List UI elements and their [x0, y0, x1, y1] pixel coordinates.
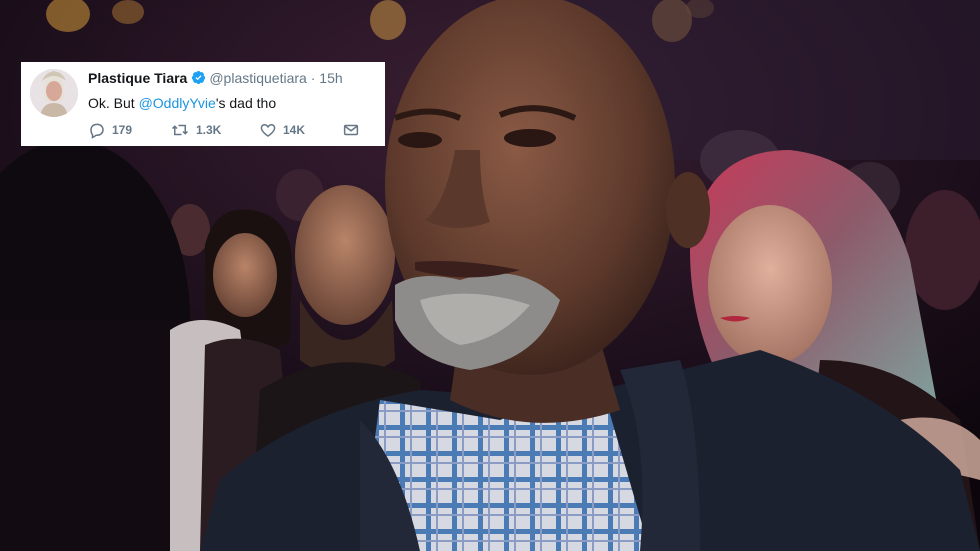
- tweet-actions: 179 1.3K 14K: [88, 121, 378, 139]
- avatar-photo: [30, 69, 78, 117]
- tweet-card[interactable]: Plastique Tiara @plastiquetiara · 15h Ok.…: [21, 62, 385, 146]
- direct-message-button[interactable]: [342, 121, 360, 139]
- avatar[interactable]: [30, 69, 78, 117]
- tweet-time[interactable]: 15h: [319, 70, 342, 86]
- author-name[interactable]: Plastique Tiara: [88, 70, 187, 86]
- like-count: 14K: [283, 123, 306, 137]
- separator-dot: ·: [310, 70, 316, 86]
- like-icon: [260, 123, 276, 137]
- tweet-text: Ok. But @OddlyYvie's dad tho: [88, 94, 276, 112]
- tweet-text-end: 's dad tho: [215, 95, 277, 111]
- verified-badge-icon: [191, 70, 206, 89]
- retweet-count: 1.3K: [196, 123, 222, 137]
- tweet-header: Plastique Tiara @plastiquetiara · 15h: [88, 69, 343, 89]
- reply-count: 179: [112, 123, 133, 137]
- author-handle[interactable]: @plastiquetiara: [209, 70, 307, 86]
- retweet-button[interactable]: 1.3K: [170, 121, 221, 139]
- reply-icon: [90, 123, 104, 139]
- like-button[interactable]: 14K: [259, 121, 305, 139]
- reply-button[interactable]: 179: [88, 121, 132, 139]
- direct-message-icon: [343, 124, 359, 136]
- mention-link[interactable]: @OddlyYvie: [139, 95, 216, 111]
- tweet-text-start: Ok. But: [88, 95, 139, 111]
- time-separator: ·: [307, 70, 319, 86]
- retweet-icon: [171, 124, 189, 136]
